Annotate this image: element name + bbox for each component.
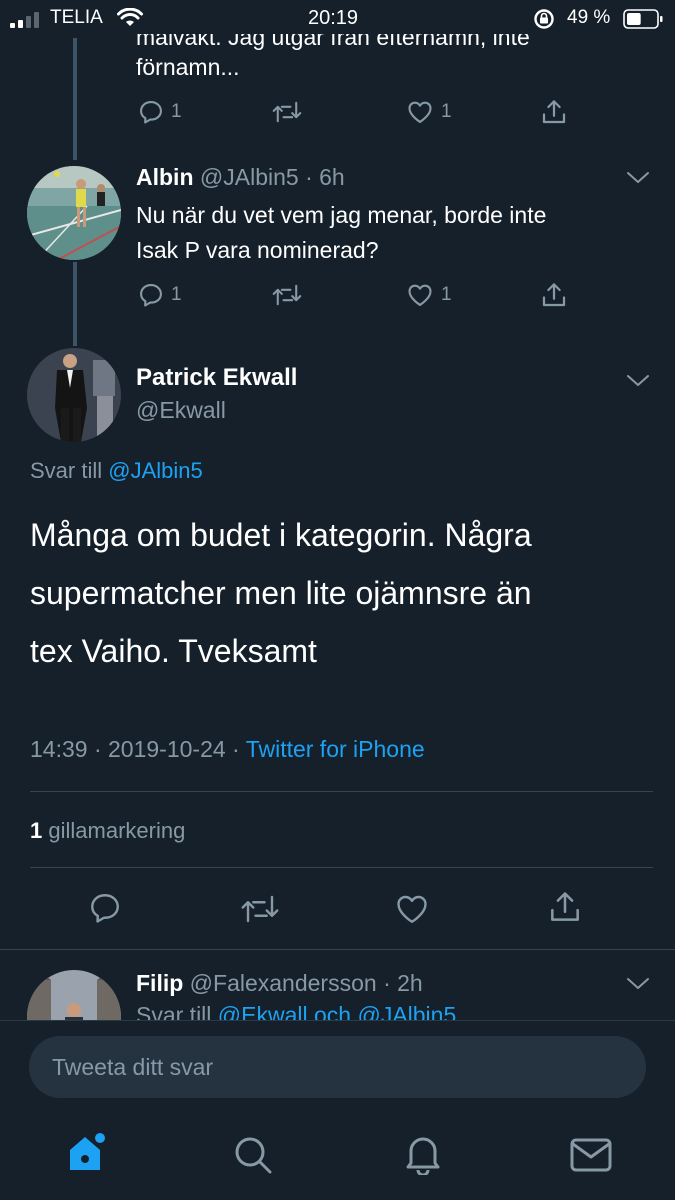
- share-icon: [551, 892, 579, 921]
- reply-count: 1: [171, 101, 182, 122]
- reply-button[interactable]: 1: [137, 281, 182, 309]
- display-name[interactable]: Albin: [136, 164, 194, 190]
- main-tweet-text-line-3: tex Vaiho. Tveksamt: [30, 633, 317, 669]
- divider: [30, 791, 653, 792]
- mail-icon[interactable]: [570, 1138, 612, 1177]
- albin-tweet-text-line-1: Nu när du vet vem jag menar, borde inte: [136, 202, 547, 228]
- thread-line: [73, 262, 77, 346]
- filip-tweet[interactable]: Filip @Falexandersson · 2h Svar till @Ek…: [0, 950, 675, 1020]
- main-tweet-text-line-1: Många om budet i kategorin. Några: [30, 517, 532, 553]
- carrier-label: TELIA: [50, 7, 103, 28]
- heart-icon: [408, 284, 432, 306]
- timestamp: 14:39 · 2019-10-24 ·: [30, 736, 240, 762]
- bottom-panel: Tweeta ditt svar: [0, 1020, 675, 1200]
- heart-icon: [397, 895, 427, 923]
- reply-button[interactable]: [87, 890, 123, 926]
- main-tweet-text-line-2: supermatcher men lite ojämnsre än: [30, 575, 532, 611]
- tweet-age: · 6h: [305, 164, 345, 190]
- reply-icon: [91, 894, 119, 923]
- clock: 20:19: [308, 7, 359, 29]
- share-button[interactable]: [546, 888, 584, 926]
- avatar-patrick-ekwall[interactable]: [27, 348, 121, 442]
- rotation-lock-icon: [533, 8, 555, 36]
- search-icon[interactable]: [233, 1135, 273, 1180]
- display-name[interactable]: Filip: [136, 970, 183, 996]
- retweet-icon: [272, 101, 302, 123]
- like-summary[interactable]: 1 gillamarkering: [30, 818, 185, 844]
- like-button[interactable]: 1: [405, 98, 452, 126]
- chevron-down-icon[interactable]: [626, 170, 650, 191]
- tweet-header-albin: Albin @JAlbin5 · 6h: [136, 164, 345, 191]
- reply-icon: [140, 101, 162, 124]
- handle[interactable]: @Falexandersson: [190, 970, 377, 996]
- reply-count: 1: [171, 284, 182, 305]
- retweet-button[interactable]: [240, 891, 280, 927]
- status-bar: TELIA 20:19 49 %: [0, 0, 675, 38]
- retweet-icon: [241, 895, 279, 923]
- like-total: 1: [30, 818, 43, 843]
- main-handle[interactable]: @Ekwall: [136, 397, 226, 424]
- tweet-header-filip: Filip @Falexandersson · 2h: [136, 970, 423, 997]
- battery-percent: 49 %: [567, 7, 611, 28]
- like-count: 1: [441, 284, 452, 305]
- like-label: gillamarkering: [48, 818, 186, 843]
- like-button[interactable]: [393, 891, 431, 927]
- share-button[interactable]: [539, 280, 569, 310]
- like-button[interactable]: 1: [405, 281, 452, 309]
- share-icon: [542, 100, 566, 124]
- compose-placeholder: Tweeta ditt svar: [52, 1054, 214, 1080]
- bell-icon[interactable]: [403, 1133, 443, 1180]
- avatar-filip[interactable]: [27, 970, 121, 1020]
- tweet-meta: 14:39 · 2019-10-24 · Twitter for iPhone: [30, 736, 425, 763]
- retweet-icon: [272, 284, 302, 306]
- wifi-icon: [117, 7, 143, 34]
- source-link[interactable]: Twitter for iPhone: [246, 736, 425, 762]
- battery-icon: [623, 9, 663, 35]
- share-button[interactable]: [539, 97, 569, 127]
- chevron-down-icon[interactable]: [626, 373, 650, 394]
- divider: [0, 1020, 675, 1021]
- avatar-albin[interactable]: [27, 166, 121, 260]
- reply-icon: [140, 284, 162, 307]
- handle[interactable]: @JAlbin5: [200, 164, 299, 190]
- heart-icon: [408, 101, 432, 123]
- compose-reply-field[interactable]: Tweeta ditt svar: [29, 1036, 646, 1098]
- tweet-age: · 2h: [383, 970, 423, 996]
- reply-button[interactable]: 1: [137, 98, 182, 126]
- home-icon[interactable]: [66, 1130, 108, 1181]
- prev-tweet-text-line-2: förnamn...: [136, 54, 240, 80]
- albin-tweet-text-line-2: Isak P vara nominerad?: [136, 237, 379, 263]
- divider: [30, 867, 653, 868]
- retweet-button[interactable]: [272, 281, 302, 309]
- like-count: 1: [441, 101, 452, 122]
- reply-to-link[interactable]: @Ekwall och @JAlbin5: [218, 1002, 456, 1020]
- reply-prefix: Svar till: [30, 458, 103, 483]
- reply-prefix: Svar till: [136, 1002, 212, 1020]
- thread-line: [73, 38, 77, 160]
- main-display-name[interactable]: Patrick Ekwall: [136, 364, 297, 392]
- filip-reply-context: Svar till @Ekwall och @JAlbin5: [136, 1002, 456, 1020]
- chevron-down-icon[interactable]: [626, 976, 650, 997]
- retweet-button[interactable]: [272, 98, 302, 126]
- signal-icon: [10, 11, 44, 28]
- reply-to-link[interactable]: @JAlbin5: [108, 458, 203, 483]
- reply-context: Svar till @JAlbin5: [30, 458, 203, 484]
- share-icon: [542, 283, 566, 307]
